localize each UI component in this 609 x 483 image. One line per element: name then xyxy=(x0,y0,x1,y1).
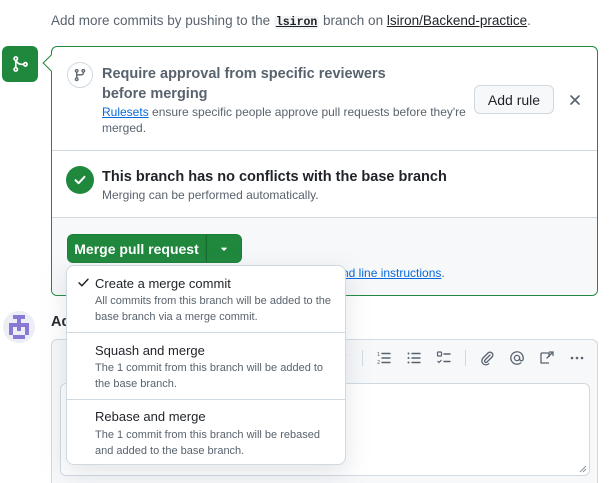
cli-instructions-link[interactable]: nd line instructions. xyxy=(342,266,445,280)
reviewers-desc-text: ensure specific people approve pull requ… xyxy=(102,105,466,135)
menu-item-label: Create a merge commit xyxy=(95,276,231,291)
close-icon[interactable] xyxy=(565,90,585,110)
git-branch-icon xyxy=(67,62,93,88)
hint-prefix: Add more commits by pushing to the xyxy=(51,13,274,28)
numbered-list-icon[interactable]: 12 xyxy=(375,349,393,367)
reviewers-title: Require approval from specific reviewers… xyxy=(102,66,386,102)
cli-link-text[interactable]: nd line instructions xyxy=(342,266,441,280)
mention-icon[interactable] xyxy=(508,349,526,367)
hint-middle: branch on xyxy=(319,13,387,28)
check-circle-icon xyxy=(66,166,94,194)
menu-item-desc: All commits from this branch will be add… xyxy=(95,295,331,323)
menu-item-desc: The 1 commit from this branch will be ad… xyxy=(95,362,324,390)
svg-text:1: 1 xyxy=(377,352,380,358)
conflicts-desc: Merging can be performed automatically. xyxy=(102,188,319,202)
more-icon[interactable] xyxy=(568,349,586,367)
triangle-down-icon xyxy=(221,247,227,251)
cross-reference-icon[interactable] xyxy=(538,349,556,367)
bullet-list-icon[interactable] xyxy=(405,349,423,367)
merge-pull-request-button[interactable]: Merge pull request xyxy=(67,234,206,263)
reviewers-section: Require approval from specific reviewers… xyxy=(52,47,597,151)
cli-dot: . xyxy=(441,266,445,280)
svg-text:2: 2 xyxy=(377,360,380,366)
merge-method-dropdown[interactable] xyxy=(206,234,242,263)
check-icon xyxy=(78,278,89,287)
push-hint: Add more commits by pushing to the lsiro… xyxy=(51,13,531,29)
merge-box: Require approval from specific reviewers… xyxy=(51,46,598,296)
toolbar-divider xyxy=(465,350,466,366)
repo-link[interactable]: lsiron/Backend-practice xyxy=(387,13,527,28)
conflicts-section: This branch has no conflicts with the ba… xyxy=(52,151,597,218)
branch-name[interactable]: lsiron xyxy=(273,16,320,29)
resize-handle-icon[interactable] xyxy=(577,463,587,473)
reviewers-desc: Rulesets ensure specific people approve … xyxy=(102,104,472,136)
task-list-icon[interactable] xyxy=(435,349,453,367)
conflicts-title: This branch has no conflicts with the ba… xyxy=(102,169,447,185)
menu-item-merge-commit[interactable]: Create a merge commit All commits from t… xyxy=(67,266,345,333)
markdown-toolbar: 12 xyxy=(332,348,586,368)
menu-item-rebase[interactable]: Rebase and merge The 1 commit from this … xyxy=(67,400,345,464)
hint-suffix: . xyxy=(527,13,531,28)
menu-item-label: Rebase and merge xyxy=(95,409,206,424)
menu-item-desc: The 1 commit from this branch will be re… xyxy=(95,429,320,457)
menu-item-label: Squash and merge xyxy=(95,343,205,358)
merge-method-menu: Create a merge commit All commits from t… xyxy=(66,265,346,465)
paperclip-icon[interactable] xyxy=(478,349,496,367)
add-rule-button[interactable]: Add rule xyxy=(474,85,554,114)
toolbar-divider xyxy=(362,350,363,366)
git-merge-icon xyxy=(2,46,38,82)
rulesets-link[interactable]: Rulesets xyxy=(102,105,149,119)
avatar[interactable] xyxy=(3,311,35,343)
menu-item-squash[interactable]: Squash and merge The 1 commit from this … xyxy=(67,333,345,400)
